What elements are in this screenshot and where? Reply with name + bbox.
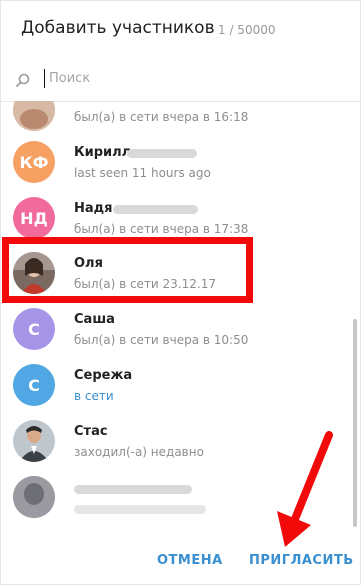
avatar: С [13,364,55,406]
contact-status: был(а) в сети вчера в 16:18 [74,110,249,124]
avatar-initials: НД [20,208,48,228]
contact-status: был(а) в сети вчера в 17:38 [74,222,249,236]
blurred-surname [113,205,198,214]
contact-name: Кирилл [74,145,132,160]
contact-name: Надя [74,201,113,216]
blurred-name [74,485,192,494]
contact-status: был(а) в сети вчера в 10:50 [74,333,249,347]
avatar-initials: С [28,375,40,395]
arrow-annotation [277,431,333,547]
avatar: С [13,308,55,350]
avatar: НД [13,197,55,239]
avatar-initials: КФ [19,152,49,172]
search-input[interactable] [45,67,319,90]
avatar [13,420,55,462]
contact-row[interactable]: был(а) в сети вчера в 16:18 [1,101,360,145]
avatar [13,101,55,131]
avatar [13,476,55,518]
contact-name: Сережа [74,368,133,383]
contact-status-online: в сети [74,389,114,403]
dialog-title: Добавить участников [21,18,215,38]
annotation-highlight-box [2,237,253,303]
contact-status: заходил(-а) недавно [74,445,204,459]
invite-button[interactable]: ПРИГЛАСИТЬ [249,553,354,568]
contact-name: Саша [74,312,115,327]
search-icon [16,73,30,87]
contact-row-kirill[interactable]: КФ Кирилл last seen 11 hours ago [1,141,360,197]
cancel-button[interactable]: ОТМЕНА [157,553,223,568]
add-members-dialog: Добавить участников 1 / 50000 был(а) в с… [0,0,361,585]
list-scrollbar[interactable] [353,319,357,527]
avatar-initials: С [28,319,40,339]
selected-counter: 1 / 50000 [218,23,276,37]
contact-row-sasha[interactable]: С Саша был(а) в сети вчера в 10:50 [1,308,360,364]
blurred-surname [127,149,197,158]
contact-row-serezha[interactable]: С Сережа в сети [1,364,360,420]
avatar: КФ [13,141,55,183]
contact-status: last seen 11 hours ago [74,166,211,180]
dialog-header: Добавить участников 1 / 50000 [1,1,360,61]
blurred-status [74,505,206,514]
contact-name: Стас [74,424,108,439]
